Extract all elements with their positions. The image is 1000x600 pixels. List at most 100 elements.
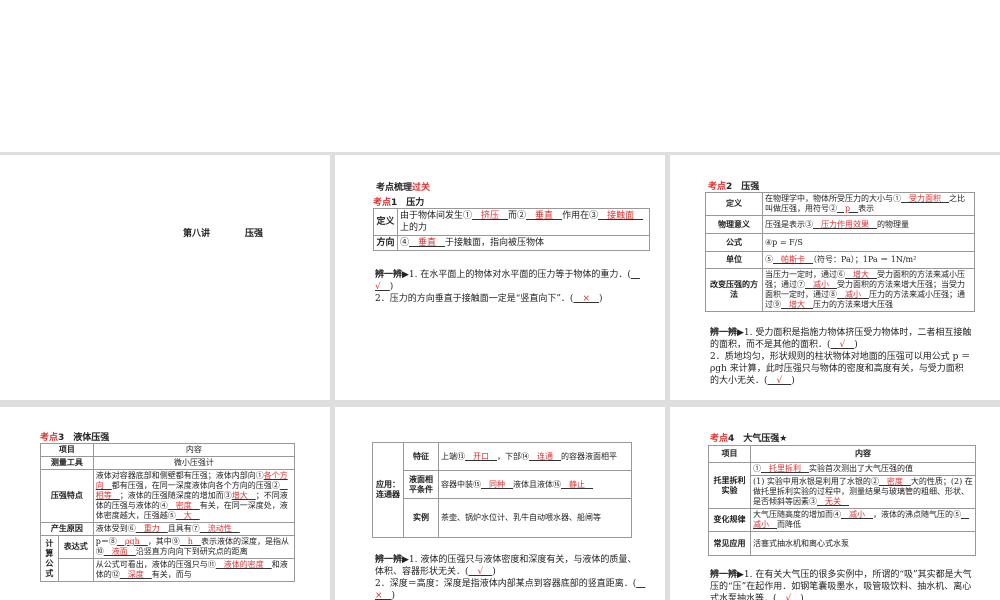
text-segment: ④ — [400, 238, 410, 248]
text-segment: 微小压强计 — [173, 458, 214, 467]
table-row: 物理意义 压强是表示③ 压力作用效果 的物理量 — [705, 215, 975, 234]
row-label: 计算公式 — [40, 535, 59, 582]
row-content: p＝⑧ ρgh ，其中⑨ h 表示液体的深度，是指从⑩ 液面 沿竖直方向向下到研… — [92, 535, 296, 559]
row-label: 定义 — [705, 192, 763, 216]
table-row: 变化规律 大气压随高度的增加而④ 减小 ，液体的沸点随气压的⑤ 减小 而降低 — [708, 508, 976, 532]
row-content: ⑤ 帕斯卡 （符号：Pa）；1Pa ＝ 1N/m² — [762, 251, 975, 269]
text-segment: 作用在③ — [562, 211, 599, 221]
slide-5-connected-vessel[interactable]: 应用：连通器 特征 上端⑬ 开口 ，下部⑭ 连通 的容器液面相平 液面相平条件 容器中… — [335, 407, 665, 600]
text-segment: ；液体的压强随深度的增加而③ — [119, 491, 232, 500]
text-segment: 都有压强，在同一深度液体向各个方向的压强② — [111, 481, 280, 490]
text-segment: ⑤ — [765, 255, 773, 264]
slide-2-pressure-force[interactable]: 考点梳理过关 考点1 压力 定义 由于物体间发生① 挤压 而② 垂直 作用在③ 接… — [335, 155, 665, 400]
header-content: 内容 — [750, 445, 976, 463]
row-content: 在物理学中，物体所受压力的大小与① 受力面积 之比叫做压强，用符号② p 表示 — [762, 192, 975, 216]
heading-text: 考点梳理 — [376, 183, 413, 193]
table-row: 实例 茶壶、锅炉水位计、乳牛自动喂水器、船闸等 — [373, 498, 632, 538]
text-segment: 而降低 — [777, 520, 801, 529]
slide-3-pressure[interactable]: 考点2 压强 定义 在物理学中，物体所受压力的大小与① 受力面积 之比叫做压强，用… — [670, 155, 1000, 400]
header-item: 项目 — [708, 445, 751, 463]
row-label: 测量工具 — [40, 456, 94, 470]
text-segment: 活塞式抽水机和离心式水泵 — [753, 538, 849, 548]
judge-item: 2．深度＝高度：深度是指液体内部某点到容器底部的竖直距离．( × ) — [375, 579, 645, 600]
section-heading: 考点梳理过关 — [376, 180, 430, 193]
lecture-number: 第八讲 — [183, 229, 211, 239]
text-segment: 的容器液面相平 — [561, 451, 617, 461]
table-row: 定义 由于物体间发生① 挤压 而② 垂直 作用在③ 接触面 上的力 — [373, 208, 650, 236]
row-content: ④ 垂直 于接触面，指向被压物体 — [397, 235, 650, 251]
table-row: 常见应用 活塞式抽水机和离心式水泵 — [708, 531, 976, 556]
row-label: 压强特点 — [40, 469, 94, 523]
judge-label: 辨一辨▶ — [710, 328, 744, 338]
table-header: 项目 内容 — [40, 443, 296, 457]
text-segment: 液体且液体⑯ — [513, 479, 561, 489]
row-label: 改变压强的方法 — [705, 268, 763, 312]
table-row: 产生原因 液体受到⑥ 重力 且具有⑦ 流动性 — [40, 522, 296, 536]
text-segment: 在物理学中，物体所受压力的大小与① — [765, 194, 901, 203]
text-segment: 的物理量 — [877, 219, 909, 229]
text-segment: 压强是表示③ — [765, 219, 813, 229]
answer-blank: √ — [776, 594, 801, 600]
judge-item: 2．质地均匀，形状规则的柱状物体对地面的压强可以用公式 p ＝ ρgh 来计算，… — [710, 352, 970, 386]
text-segment: ) — [791, 376, 795, 386]
answer-blank: 减小 — [841, 510, 873, 519]
text-segment: 2．深度＝高度：深度是指液体内部某点到容器底部的竖直距离．( — [375, 579, 637, 589]
answer-blank: 减小 — [805, 280, 837, 289]
row-content: 液体对容器底部和侧壁都有压强；液体内部向①各个方向 都有压强，在同一深度液体向各… — [92, 469, 296, 523]
row-content: 由于物体间发生① 挤压 而② 垂直 作用在③ 接触面 上的力 — [397, 208, 650, 236]
table-row: 测量工具 微小压强计 — [40, 456, 296, 470]
text-segment: 1. 在水平面上的物体对水平面的压力等于物体的重力．( — [408, 270, 631, 280]
text-segment: 且具有⑦ — [167, 524, 200, 533]
answer-blank: 密度 — [878, 477, 911, 486]
text-segment: 液体受到⑥ — [95, 524, 136, 533]
text-segment: ④p = F/S — [765, 237, 803, 247]
row-content: (1) 实验中用水银是利用了水银的② 密度 大的性质；(2) 在做托里拆利实验的… — [750, 475, 976, 509]
group-label: 应用：连通器 — [372, 442, 404, 538]
answer-blank: 静止 — [561, 479, 593, 489]
text-segment: ，其中⑨ — [147, 537, 180, 546]
row-content: 茶壶、锅炉水位计、乳牛自动喂水器、船闸等 — [438, 498, 632, 538]
row-label: 特征 — [403, 442, 439, 471]
answer-blank: 流动性 — [199, 524, 240, 533]
answer-blank: 减小 — [837, 290, 869, 299]
judge-section: 辨一辨▶1. 在有关大气压的很多实例中，所谓的“吸”其实都是大气压的“压”在起作… — [710, 569, 972, 600]
slide-4-liquid-pressure[interactable]: 考点3 液体压强 项目 内容 测量工具 微小压强计 压强特点 液体对容器底部和侧壁都有… — [0, 407, 330, 600]
table-row: 应用：连通器 特征 上端⑬ 开口 ，下部⑭ 连通 的容器液面相平 — [372, 442, 632, 538]
row-label: 托里拆利实验 — [708, 462, 751, 509]
text-segment: ) — [492, 567, 496, 577]
row-content: ① 托里拆利 实验首次测出了大气压强的值 — [750, 462, 976, 476]
table-row: 压强特点 液体对容器底部和侧壁都有压强；液体内部向①各个方向 都有压强，在同一深度… — [40, 469, 296, 523]
row-content: 上端⑬ 开口 ，下部⑭ 连通 的容器液面相平 — [438, 442, 632, 471]
row-content: 从公式可看出，液体的压强只与⑪ 液体的密度 和液体的⑫ 深度 有关，而与 — [92, 558, 296, 582]
liquid-pressure-table: 项目 内容 测量工具 微小压强计 压强特点 液体对容器底部和侧壁都有压强；液体内部向①… — [40, 443, 296, 582]
row-content: 活塞式抽水机和离心式水泵 — [750, 531, 976, 556]
row-label: 物理意义 — [705, 215, 763, 234]
text-segment: 大气压随高度的增加而④ — [753, 510, 841, 519]
connected-vessel-table: 应用：连通器 特征 上端⑬ 开口 ，下部⑭ 连通 的容器液面相平 液面相平条件 容器中… — [372, 442, 632, 538]
answer-blank: p — [837, 204, 859, 213]
table-row: 液面相平条件 容器中装⑮ 同种 液体且液体⑯ 静止 — [373, 470, 632, 499]
text-segment: 于接触面，指向被压物体 — [445, 238, 545, 248]
slide-1-title[interactable]: 第八讲 压强 — [0, 155, 330, 400]
table-row: 方向 ④ 垂直 于接触面，指向被压物体 — [373, 235, 650, 251]
text-segment: ① — [753, 464, 761, 473]
answer-blank: 托里拆利 — [761, 464, 809, 473]
atmospheric-table: 项目 内容 托里拆利实验 ① 托里拆利 实验首次测出了大气压强的值 (1) 实验中用… — [708, 445, 976, 556]
answer-blank: ρgh — [116, 537, 148, 546]
judge-item: 1. 液体的压强只与液体密度和深度有关，与液体的质量、体积、容器形状无关．( √… — [375, 555, 636, 577]
judge-item: 1. 在有关大气压的很多实例中，所谓的“吸”其实都是大气压的“压”在起作用．如钢… — [710, 570, 972, 600]
table-row: 单位 ⑤ 帕斯卡 （符号：Pa）；1Pa ＝ 1N/m² — [705, 251, 975, 269]
slide-6-atmospheric-pressure[interactable]: 考点4 大气压强★ 项目 内容 托里拆利实验 ① 托里拆利 实验首次测出了大气压强的… — [670, 407, 1000, 600]
table-row: 公式 ④p = F/S — [705, 233, 975, 252]
answer-blank: 垂直 — [409, 238, 446, 248]
table-row: 托里拆利实验 ① 托里拆利 实验首次测出了大气压强的值 — [708, 462, 976, 509]
table-row: 改变压强的方法 当压力一定时，通过⑥ 增大 受力面积的方法来减小压强；通过⑦ 减小… — [705, 268, 975, 312]
text-segment: ，下部⑭ — [497, 451, 529, 461]
text-segment: 从公式可看出，液体的压强只与⑪ — [95, 560, 216, 569]
text-segment: 而② — [508, 211, 527, 221]
text-segment: 上的力 — [400, 223, 428, 233]
lecture-title: 压强 — [245, 229, 264, 239]
answer-blank: 同种 — [481, 479, 513, 489]
answer-blank: 大 — [175, 511, 200, 520]
row-label: 公式 — [705, 233, 763, 252]
